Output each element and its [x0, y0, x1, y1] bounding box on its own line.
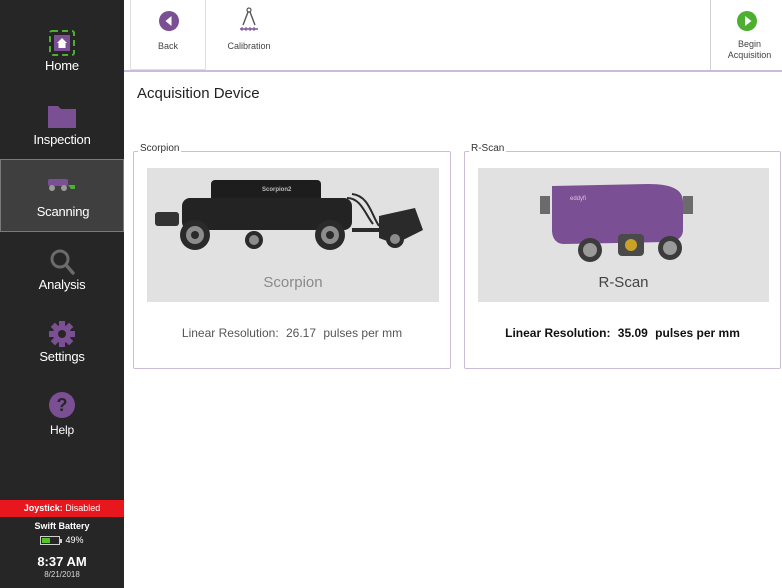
rscan-scanner-graphic: eddyfi: [540, 184, 693, 262]
sidebar-item-label: Help: [50, 423, 74, 437]
sidebar-item-label: Scanning: [36, 204, 90, 219]
calibration-button[interactable]: Calibration: [214, 0, 284, 70]
device-card-scorpion[interactable]: Scorpion Scorpion2 Scorpion Linear Resol…: [133, 143, 451, 369]
clock-time: 8:37 AM: [37, 554, 87, 569]
sidebar-item-help[interactable]: ? Help: [0, 383, 124, 453]
scanner-icon: [48, 179, 75, 191]
help-icon: ?: [49, 392, 75, 418]
sidebar-item-label: Inspection: [33, 132, 91, 147]
toolbar: Back Calibration Begin Acquisition: [124, 0, 782, 72]
rscan-body-label: eddyfi: [570, 196, 586, 202]
scorpion-scanner-graphic: Scorpion2: [155, 180, 423, 250]
back-button[interactable]: Back: [130, 0, 206, 70]
sidebar-item-label: Settings: [39, 349, 85, 364]
scorpion-linear-resolution: Linear Resolution: 26.17 pulses per mm: [181, 326, 403, 340]
status-panel: Joystick: Disabled Swift Battery 49% 8:3…: [0, 500, 124, 579]
sidebar-item-scanning[interactable]: Scanning: [0, 159, 124, 232]
rscan-linear-resolution: Linear Resolution: 35.09 pulses per mm: [505, 326, 740, 340]
begin-acquisition-label: Begin Acquisition: [727, 39, 772, 60]
rscan-image-caption: R-Scan: [598, 274, 649, 291]
device-card-rscan[interactable]: R-Scan eddyfi R-Scan Linear Resolution: …: [464, 143, 781, 369]
sidebar-item-home[interactable]: Home: [0, 20, 124, 90]
battery-icon: [40, 535, 63, 545]
calibration-compass-icon: [240, 7, 258, 31]
begin-acquisition-button[interactable]: Begin Acquisition: [710, 0, 782, 70]
battery-percent: 49%: [65, 535, 84, 545]
scorpion-image: Scorpion2 Scorpion: [147, 168, 439, 302]
back-arrow-icon: [159, 11, 179, 31]
play-icon: [737, 11, 757, 31]
home-icon: [49, 30, 75, 56]
page-title: Acquisition Device: [137, 85, 260, 102]
scorpion-body-label: Scorpion2: [262, 187, 292, 193]
sidebar-item-label: Analysis: [38, 277, 86, 292]
sidebar-item-analysis[interactable]: Analysis: [0, 240, 124, 310]
sidebar-item-settings[interactable]: Settings: [0, 312, 124, 382]
search-icon: [50, 249, 75, 275]
folder-icon: [48, 106, 76, 128]
battery-status: 49%: [0, 535, 124, 545]
back-label: Back: [157, 41, 178, 51]
battery-title: Swift Battery: [34, 521, 90, 531]
calibration-label: Calibration: [227, 41, 271, 51]
gear-icon: [49, 321, 75, 347]
joystick-status: Joystick: Disabled: [0, 500, 124, 517]
svg-text:?: ?: [57, 395, 68, 415]
sidebar-item-label: Home: [45, 58, 79, 73]
scorpion-image-caption: Scorpion: [263, 274, 323, 291]
clock-date: 8/21/2018: [44, 570, 80, 579]
card-legend: Scorpion: [138, 143, 182, 154]
rscan-image: eddyfi R-Scan: [478, 168, 769, 302]
sidebar: Home Inspection Scanning Analysis Settin…: [0, 0, 124, 588]
sidebar-item-inspection[interactable]: Inspection: [0, 95, 124, 165]
card-legend: R-Scan: [469, 143, 507, 154]
